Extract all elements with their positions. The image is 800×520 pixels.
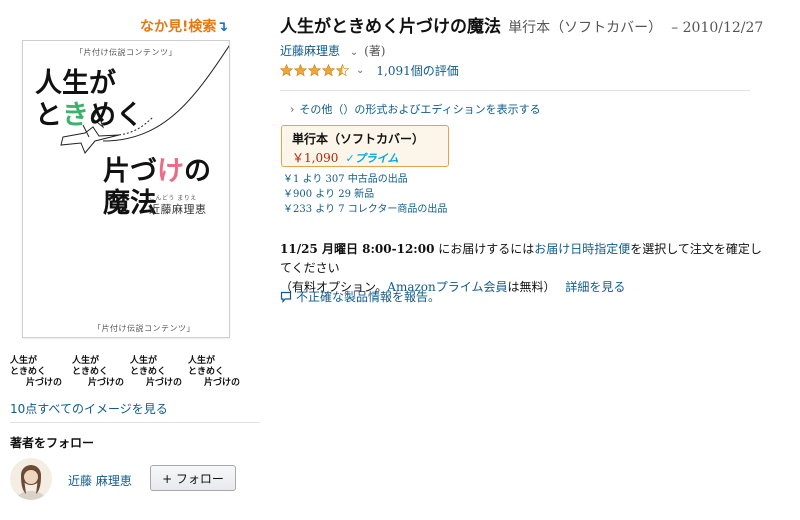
- thumbnail-2[interactable]: 人生が ときめく 片づけの: [72, 356, 126, 394]
- report-incorrect-info-link[interactable]: 不正確な製品情報を報告。: [280, 288, 440, 305]
- search-inside-link[interactable]: なか見!検索↴: [140, 16, 228, 36]
- delivery-text: は無料）: [507, 280, 556, 294]
- byline: 近藤麻理恵 ⌄ (著): [280, 42, 385, 59]
- see-details-link[interactable]: 詳細を見る: [565, 280, 625, 294]
- divider: [10, 422, 260, 423]
- product-title-line: 人生がときめく片づけの魔法 単行本（ソフトカバー） – 2010/12/27: [280, 12, 763, 37]
- format-name: 単行本（ソフトカバー）: [292, 132, 425, 146]
- search-inside-label: なか見!検索: [140, 19, 217, 35]
- offer-used-link[interactable]: ￥1 より 307 中古品の出品: [283, 172, 447, 187]
- product-title: 人生がときめく片づけの魔法: [280, 17, 501, 37]
- format-price: ￥1,090: [292, 151, 339, 165]
- thumbnail-strip: 人生が ときめく 片づけの 人生が ときめく 片づけの 人生が ときめく 片づけの 人生がと…: [10, 356, 250, 396]
- thumbnail-1[interactable]: 人生が ときめく 片づけの: [10, 356, 64, 394]
- person-icon: [16, 465, 46, 500]
- cover-author: 近藤麻理恵: [149, 203, 207, 216]
- star-full-icon: [294, 64, 307, 77]
- arrow-down-icon: ↴: [216, 19, 229, 35]
- author-name-link[interactable]: 近藤 麻理恵: [68, 472, 132, 489]
- divider: [280, 90, 750, 91]
- report-label: 不正確な製品情報を報告。: [296, 290, 441, 304]
- follow-author-heading: 著者をフォロー: [10, 436, 95, 450]
- rating-summary: ⌄ 1,091個の評価: [280, 62, 459, 79]
- author-avatar[interactable]: [10, 458, 52, 500]
- chevron-down-icon[interactable]: ⌄: [356, 65, 364, 76]
- scheduled-delivery-link[interactable]: お届け日時指定便: [534, 242, 630, 256]
- cover-bottom-caption: 「片付け伝説コンテンツ」: [93, 324, 195, 333]
- image-column: なか見!検索↴ 「片付け伝説コンテンツ」 人生が ときめく 片づけの 魔法 こん…: [0, 0, 262, 520]
- format-option-selected[interactable]: 単行本（ソフトカバー） ￥1,090 ✓プライム: [281, 125, 449, 167]
- star-full-icon: [280, 64, 293, 77]
- star-rating[interactable]: [280, 64, 350, 77]
- delivery-text: にお届けするには: [434, 242, 535, 256]
- other-editions-link[interactable]: › その他（）の形式およびエディションを表示する: [290, 101, 541, 117]
- offer-collectible-link[interactable]: ￥233 より 7 コレクター商品の出品: [283, 202, 447, 217]
- other-editions-label: その他（）の形式およびエディションを表示する: [299, 103, 541, 116]
- prime-badge: ✓プライム: [345, 152, 399, 165]
- chevron-down-icon[interactable]: ⌄: [350, 47, 358, 58]
- star-full-icon: [322, 64, 335, 77]
- star-half-icon: [336, 64, 349, 77]
- follow-button[interactable]: + フォロー: [150, 465, 236, 491]
- star-full-icon: [308, 64, 321, 77]
- book-cover-image[interactable]: 「片付け伝説コンテンツ」 人生が ときめく 片づけの 魔法 こんどう まりえ 近…: [22, 40, 230, 338]
- rating-count-link[interactable]: 1,091個の評価: [376, 62, 458, 79]
- cover-top-caption: 「片付け伝説コンテンツ」: [75, 48, 177, 57]
- thumbnail-4[interactable]: 人生が ときめく 片づけの: [188, 356, 242, 394]
- speech-bubble-icon: [280, 291, 292, 303]
- publication-date: – 2010/12/27: [671, 20, 764, 36]
- delivery-date: 11/25 月曜日 8:00-12:00: [280, 242, 435, 256]
- chevron-right-icon: ›: [290, 103, 295, 116]
- product-binding: 単行本（ソフトカバー）: [508, 20, 663, 36]
- cover-title-line2: ときめく: [35, 100, 143, 131]
- offer-new-link[interactable]: ￥900 より 29 新品: [283, 187, 447, 202]
- author-role: (著): [364, 44, 386, 58]
- see-all-images-link[interactable]: 10点すべてのイメージを見る: [10, 400, 168, 417]
- offers-list: ￥1 より 307 中古品の出品 ￥900 より 29 新品 ￥233 より 7…: [283, 172, 447, 217]
- thumbnail-3[interactable]: 人生が ときめく 片づけの: [130, 356, 184, 394]
- byline-author-link[interactable]: 近藤麻理恵: [280, 44, 340, 58]
